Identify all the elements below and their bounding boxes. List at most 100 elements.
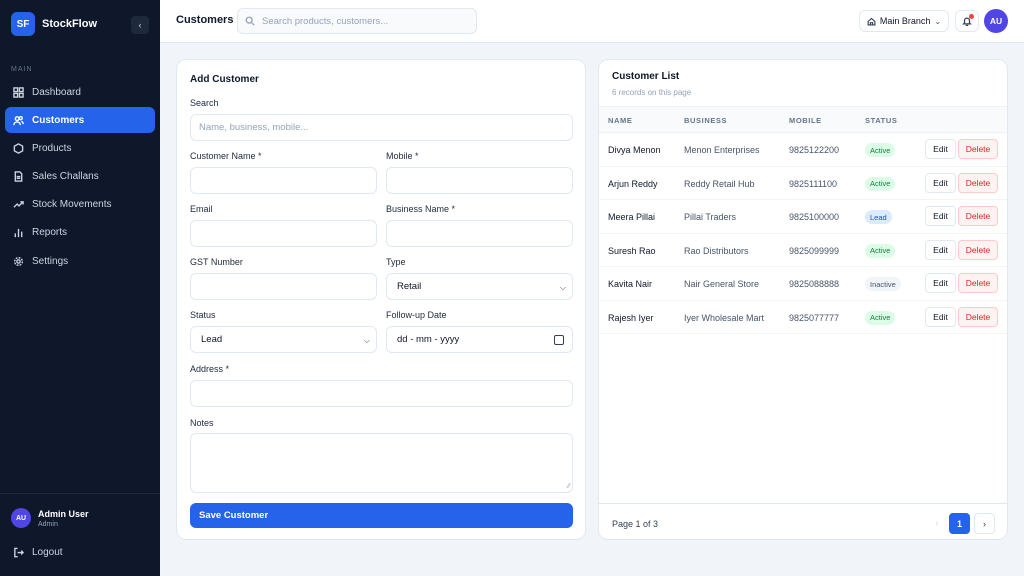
sidebar-item-dashboard[interactable]: Dashboard (5, 79, 155, 105)
collapse-sidebar-button[interactable]: ‹ (131, 16, 149, 34)
table-row: Arjun Reddy Reddy Retail Hub 9825111100 … (599, 167, 1007, 200)
followup-date-field[interactable]: dd - mm - yyyy (386, 326, 573, 353)
customer-business: Rao Distributors (684, 245, 749, 256)
logout-button[interactable]: Logout (13, 547, 63, 558)
chevron-down-icon: ⌄ (934, 16, 942, 26)
global-search[interactable] (237, 8, 477, 34)
address-label: Address * (190, 364, 230, 374)
notes-textarea[interactable]: ∕∕ (190, 433, 573, 493)
delete-button[interactable]: Delete (958, 172, 998, 193)
nav-section-label: MAIN (11, 66, 33, 73)
sidebar: SF StockFlow ‹ MAIN Dashboard Customers … (0, 0, 160, 576)
sidebar-item-label: Customers (32, 114, 85, 126)
email-field[interactable] (190, 220, 377, 247)
save-customer-button[interactable]: Save Customer (190, 503, 573, 528)
customer-business: Reddy Retail Hub (684, 178, 755, 189)
delete-button[interactable]: Delete (958, 139, 998, 159)
pagination: Page 1 of 3 ‹ 1 › (599, 503, 1007, 539)
logout-icon (14, 547, 24, 558)
add-customer-card: Add Customer Search Customer Name * Mobi… (176, 59, 586, 540)
sidebar-item-label: Reports (32, 227, 68, 239)
status-select[interactable]: Lead ⌵ (190, 326, 377, 353)
delete-button[interactable]: Delete (958, 273, 998, 293)
mobile-field[interactable] (386, 167, 573, 194)
status-badge: Inactive (865, 277, 901, 291)
bar-chart-icon (14, 229, 23, 238)
customer-business: Nair General Store (684, 279, 760, 289)
customer-name: Arjun Reddy (608, 178, 658, 189)
type-select[interactable]: Retail ⌵ (386, 273, 573, 300)
customer-name: Divya Menon (608, 145, 661, 155)
customer-search-input[interactable] (190, 114, 573, 141)
followup-date-label: Follow-up Date (386, 310, 447, 320)
customer-business: Pillai Traders (684, 212, 737, 222)
chevron-left-icon: ‹ (138, 20, 142, 30)
table-row: Divya Menon Menon Enterprises 9825122200… (599, 133, 1007, 167)
notification-dot (969, 14, 974, 19)
sidebar-item-customers[interactable]: Customers (5, 107, 155, 134)
users-icon (13, 115, 24, 125)
resize-grip-icon[interactable]: ∕∕ (568, 483, 570, 490)
user-profile[interactable]: AU Admin User Admin (11, 508, 89, 528)
business-name-label: Business Name * (386, 204, 456, 214)
form-title: Add Customer (190, 74, 259, 85)
search-input[interactable] (262, 15, 462, 27)
column-header-mobile: MOBILE (789, 116, 822, 125)
gst-field[interactable] (190, 273, 377, 300)
delete-button[interactable]: Delete (958, 306, 998, 327)
status-badge: Active (865, 176, 896, 191)
edit-button[interactable]: Edit (925, 139, 956, 159)
brand-name: StockFlow (42, 18, 98, 30)
customer-mobile: 9825088888 (789, 279, 840, 289)
home-icon (867, 17, 876, 25)
brand[interactable]: SF StockFlow (11, 12, 97, 36)
avatar[interactable]: AU (984, 9, 1008, 33)
sidebar-item-reports[interactable]: Reports (5, 220, 155, 246)
delete-button[interactable]: Delete (958, 239, 998, 260)
chevron-down-icon: ⌵ (559, 283, 566, 292)
customer-list-card: Customer List 6 records on this page NAM… (598, 59, 1008, 540)
next-page-button[interactable]: › (974, 513, 995, 534)
edit-button[interactable]: Edit (925, 172, 956, 193)
page-button-current[interactable]: 1 (949, 513, 970, 534)
table-header: NAME BUSINESS MOBILE STATUS (599, 106, 1007, 133)
prev-page-button[interactable]: ‹ (929, 513, 945, 533)
table-row: Kavita Nair Nair General Store 982508888… (599, 267, 1007, 301)
edit-button[interactable]: Edit (925, 306, 956, 327)
sidebar-nav: Dashboard Customers Products Sales Chall… (5, 79, 155, 276)
status-label: Status (190, 310, 216, 320)
sidebar-item-sales-challans[interactable]: Sales Challans (5, 164, 155, 190)
branch-selector[interactable]: Main Branch ⌄ (859, 10, 949, 32)
user-name: Admin User (38, 508, 89, 519)
chevron-down-icon: ⌵ (363, 336, 370, 345)
business-name-field[interactable] (386, 220, 573, 247)
notifications-button[interactable] (955, 10, 979, 32)
list-subtitle: 6 records on this page (612, 88, 692, 97)
sidebar-item-settings[interactable]: Settings (5, 248, 155, 274)
sidebar-item-products[interactable]: Products (5, 135, 155, 161)
customer-mobile: 9825099999 (789, 245, 840, 256)
customer-name-field[interactable] (190, 167, 377, 194)
edit-button[interactable]: Edit (925, 206, 956, 226)
user-role: Admin (38, 520, 58, 528)
edit-button[interactable]: Edit (925, 273, 956, 293)
document-icon (14, 171, 23, 182)
delete-button[interactable]: Delete (958, 206, 998, 226)
sidebar-item-stock-movements[interactable]: Stock Movements (5, 192, 155, 218)
sidebar-item-label: Dashboard (32, 86, 81, 98)
edit-button[interactable]: Edit (925, 239, 956, 260)
grid-icon (13, 86, 24, 98)
type-label: Type (386, 257, 406, 267)
sidebar-divider (0, 493, 160, 494)
column-header-business: BUSINESS (684, 116, 728, 125)
calendar-icon[interactable] (554, 335, 564, 345)
sidebar-item-label: Sales Challans (32, 171, 99, 183)
status-badge: Active (865, 243, 896, 258)
trend-icon (13, 201, 24, 208)
branch-label: Main Branch (879, 16, 931, 26)
mobile-label: Mobile * (386, 151, 419, 161)
address-field[interactable] (190, 380, 573, 407)
column-header-status: STATUS (865, 116, 898, 125)
status-badge: Lead (865, 210, 892, 224)
list-title: Customer List (612, 71, 680, 82)
